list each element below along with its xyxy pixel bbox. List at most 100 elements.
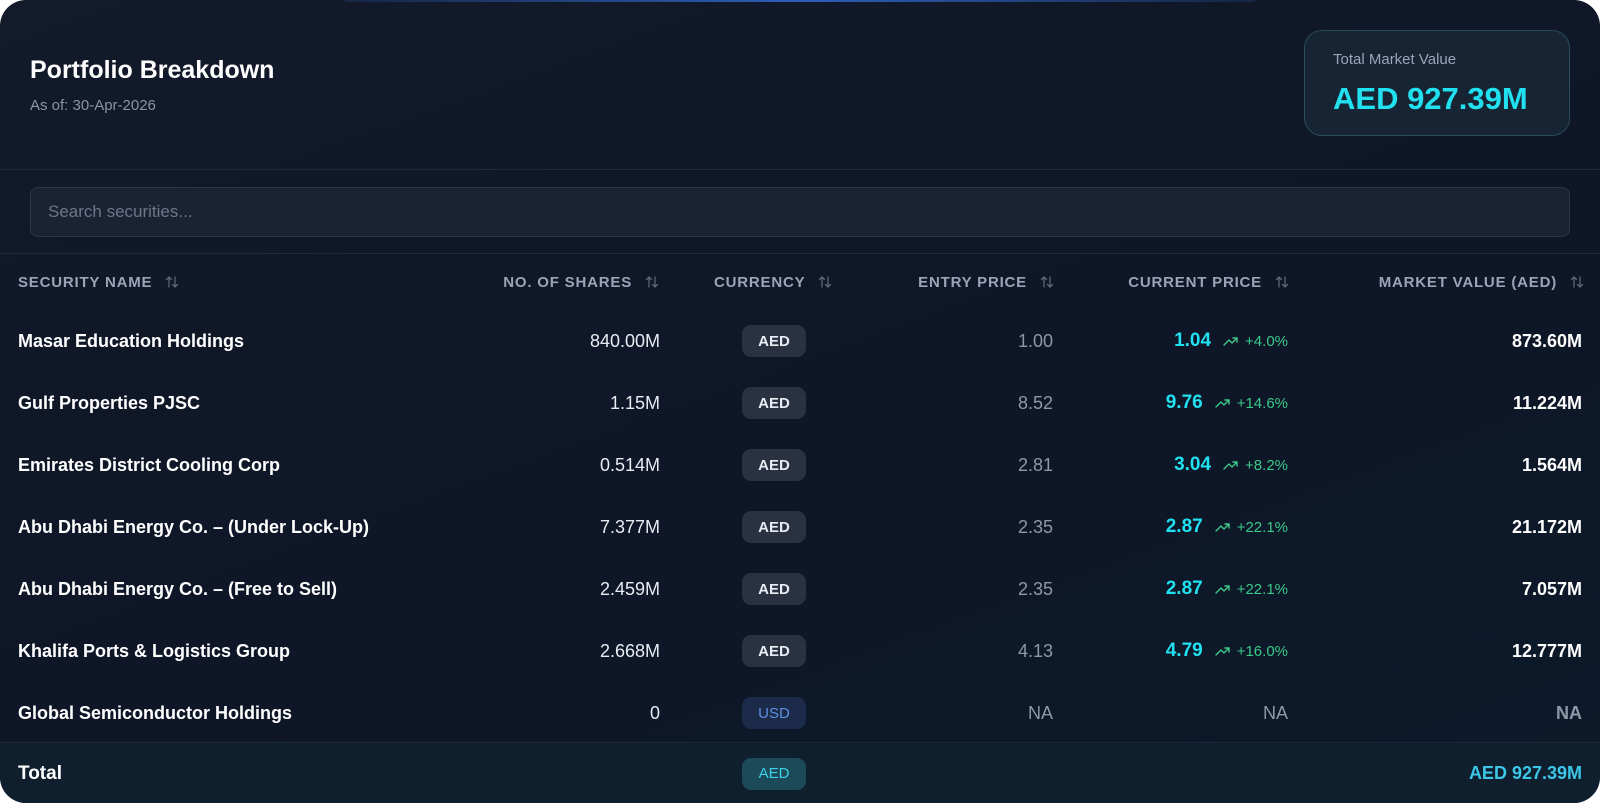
currency-badge: AED [742, 511, 806, 543]
security-name: Gulf Properties PJSC [18, 392, 201, 413]
current-price: NA [1262, 702, 1288, 723]
table-row[interactable]: Gulf Properties PJSC 1.15M AED 8.52 9.76… [0, 372, 1600, 434]
price-change: +22.1% [1215, 519, 1288, 536]
market-value: 11.224M [1512, 392, 1582, 413]
shares-value: 840.00M [589, 330, 660, 351]
currency-cell: AED [724, 558, 824, 620]
sort-arrows-icon[interactable] [644, 274, 660, 290]
currency-cell: USD [724, 682, 824, 744]
divider [0, 253, 1600, 254]
portfolio-header: Portfolio Breakdown As of: 30-Apr-2026 T… [0, 0, 1600, 170]
total-market-value-cell: AED 927.39M [1468, 763, 1582, 783]
portfolio-card: Portfolio Breakdown As of: 30-Apr-2026 T… [0, 0, 1600, 803]
entry-price: 4.13 [1017, 640, 1053, 661]
trend-up-icon [1215, 585, 1230, 594]
current-price: 2.87 [1165, 578, 1203, 599]
page-title: Portfolio Breakdown [30, 56, 275, 84]
table-row[interactable]: Abu Dhabi Energy Co. – (Free to Sell) 2.… [0, 558, 1600, 620]
sort-arrows-icon[interactable] [1274, 274, 1290, 290]
price-change-percent: +14.6% [1236, 394, 1288, 412]
entry-price: 8.52 [1017, 392, 1053, 413]
column-header-security-name[interactable]: SECURITY NAME [18, 272, 318, 292]
search-box [30, 187, 1570, 237]
entry-price: 1.00 [1017, 330, 1053, 351]
currency-badge: AED [742, 635, 806, 667]
price-change-percent: +22.1% [1236, 518, 1288, 536]
sort-arrows-icon[interactable] [164, 274, 180, 290]
sort-arrows-icon[interactable] [1569, 274, 1585, 290]
current-price-cell: 3.04 +8.2% [1080, 434, 1288, 496]
column-header-market-value[interactable]: MARKET VALUE (AED) [1300, 272, 1585, 292]
column-header-entry-price[interactable]: ENTRY PRICE [850, 272, 1055, 292]
table-row[interactable]: Khalifa Ports & Logistics Group 2.668M A… [0, 620, 1600, 682]
trend-up-icon [1223, 337, 1238, 346]
price-change-percent: +8.2% [1245, 456, 1288, 474]
table-row[interactable]: Abu Dhabi Energy Co. – (Under Lock-Up) 7… [0, 496, 1600, 558]
currency-badge: AED [742, 757, 806, 790]
price-change: +14.6% [1215, 395, 1288, 412]
current-price-cell: 2.87 +22.1% [1080, 496, 1288, 558]
currency-cell: AED [724, 620, 824, 682]
table-row[interactable]: Masar Education Holdings 840.00M AED 1.0… [0, 310, 1600, 372]
column-header-current-price[interactable]: CURRENT PRICE [1080, 272, 1290, 292]
column-header-label: MARKET VALUE (AED) [1378, 273, 1557, 291]
total-market-value-label: Total Market Value [1333, 51, 1457, 68]
column-header-label: CURRENCY [714, 273, 806, 291]
market-value: 21.172M [1511, 516, 1582, 537]
trend-up-icon [1215, 647, 1230, 656]
shares-value: 7.377M [599, 516, 660, 537]
search-input[interactable] [31, 188, 1569, 236]
total-label: Total [18, 762, 62, 784]
shares-value: 2.668M [599, 640, 660, 661]
table-row[interactable]: Emirates District Cooling Corp 0.514M AE… [0, 434, 1600, 496]
shares-value: 1.15M [609, 392, 660, 413]
currency-badge: AED [742, 387, 806, 419]
currency-cell: AED [724, 743, 824, 803]
market-value: NA [1556, 702, 1582, 723]
price-change-percent: +16.0% [1236, 642, 1288, 660]
current-price-cell: 2.87 +22.1% [1080, 558, 1288, 620]
column-header-label: NO. OF SHARES [503, 273, 632, 291]
security-name: Global Semiconductor Holdings [18, 702, 293, 723]
column-header-label: SECURITY NAME [18, 273, 153, 291]
entry-price: NA [1027, 702, 1053, 723]
currency-cell: AED [724, 310, 824, 372]
currency-cell: AED [724, 496, 824, 558]
market-value: 7.057M [1521, 578, 1582, 599]
currency-badge: AED [742, 573, 806, 605]
sort-arrows-icon[interactable] [1039, 274, 1055, 290]
price-change: +22.1% [1215, 581, 1288, 598]
currency-cell: AED [724, 434, 824, 496]
entry-price: 2.35 [1017, 578, 1053, 599]
as-of-date: As of: 30-Apr-2026 [30, 97, 156, 114]
security-name: Khalifa Ports & Logistics Group [18, 640, 291, 661]
entry-price: 2.35 [1017, 516, 1053, 537]
shares-value: 0 [649, 702, 660, 723]
current-price-cell: 1.04 +4.0% [1080, 310, 1288, 372]
sort-arrows-icon[interactable] [817, 274, 833, 290]
entry-price: 2.81 [1017, 454, 1053, 475]
price-change: +16.0% [1215, 643, 1288, 660]
currency-cell: AED [724, 372, 824, 434]
current-price: 2.87 [1165, 516, 1203, 537]
currency-badge: AED [742, 449, 806, 481]
currency-badge: AED [742, 325, 806, 357]
security-name: Abu Dhabi Energy Co. – (Free to Sell) [18, 578, 338, 599]
currency-badge: USD [742, 697, 806, 729]
trend-up-icon [1215, 399, 1230, 408]
shares-value: 2.459M [599, 578, 660, 599]
security-name: Abu Dhabi Energy Co. – (Under Lock-Up) [18, 516, 370, 537]
price-change-percent: +4.0% [1245, 332, 1288, 350]
table-row[interactable]: Global Semiconductor Holdings 0 USD NA N… [0, 682, 1600, 744]
divider [0, 169, 1600, 170]
trend-up-icon [1223, 461, 1238, 470]
shares-value: 0.514M [599, 454, 660, 475]
market-value: 873.60M [1511, 330, 1582, 351]
current-price: 9.76 [1165, 392, 1203, 413]
column-header-shares[interactable]: NO. OF SHARES [420, 272, 660, 292]
current-price-cell: 4.79 +16.0% [1080, 620, 1288, 682]
security-name: Masar Education Holdings [18, 330, 245, 351]
column-header-label: ENTRY PRICE [918, 273, 1027, 291]
price-change: +8.2% [1223, 457, 1288, 474]
current-price-cell: 9.76 +14.6% [1080, 372, 1288, 434]
